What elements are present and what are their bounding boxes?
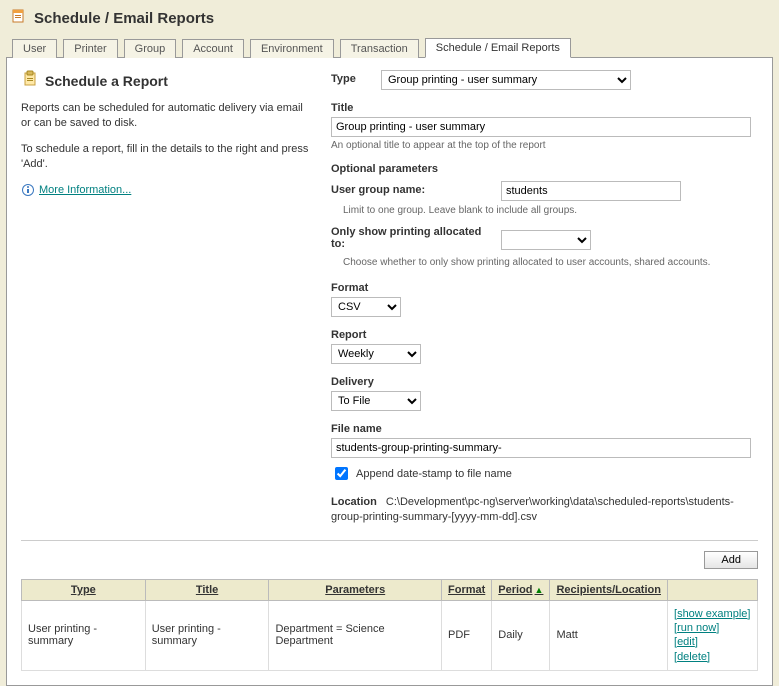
reports-table: Type Title Parameters Format Period▲ Rec… — [21, 579, 758, 671]
col-format[interactable]: Format — [442, 579, 492, 600]
section-title: Schedule a Report — [45, 73, 168, 89]
run-now-link[interactable]: [run now] — [674, 621, 751, 635]
right-column: Type Group printing - user summary Title… — [331, 70, 758, 526]
help-text-2: To schedule a report, fill in the detail… — [21, 142, 311, 173]
tab-bar: User Printer Group Account Environment T… — [6, 37, 773, 58]
page-title: Schedule / Email Reports — [34, 10, 214, 27]
format-select[interactable]: CSV — [331, 297, 401, 317]
col-title[interactable]: Title — [145, 579, 269, 600]
user-group-input[interactable] — [501, 181, 681, 201]
tab-schedule-email-reports[interactable]: Schedule / Email Reports — [425, 38, 571, 58]
table-row: User printing - summary User printing - … — [22, 600, 758, 670]
title-label: Title — [331, 102, 758, 114]
cell-parameters: Department = Science Department — [269, 600, 442, 670]
left-column: Schedule a Report Reports can be schedul… — [21, 70, 311, 526]
cell-format: PDF — [442, 600, 492, 670]
report-label: Report — [331, 329, 758, 341]
sort-asc-icon: ▲ — [535, 585, 544, 595]
report-icon — [10, 8, 28, 29]
tab-user[interactable]: User — [12, 39, 57, 58]
delivery-label: Delivery — [331, 376, 758, 388]
more-information-link[interactable]: More Information... — [21, 183, 131, 197]
cell-type: User printing - summary — [22, 600, 146, 670]
add-button[interactable]: Add — [704, 551, 758, 569]
cell-period: Daily — [492, 600, 550, 670]
user-group-hint: Limit to one group. Leave blank to inclu… — [343, 205, 758, 216]
file-name-label: File name — [331, 423, 758, 435]
title-hint: An optional title to appear at the top o… — [331, 140, 758, 151]
clipboard-icon — [21, 70, 39, 91]
col-actions — [668, 579, 758, 600]
type-select[interactable]: Group printing - user summary — [381, 70, 631, 90]
cell-title: User printing - summary — [145, 600, 269, 670]
edit-link[interactable]: [edit] — [674, 635, 751, 649]
format-label: Format — [331, 282, 758, 294]
cell-recipients: Matt — [550, 600, 668, 670]
col-period[interactable]: Period▲ — [492, 579, 550, 600]
delete-link[interactable]: [delete] — [674, 650, 751, 664]
content-panel: Schedule a Report Reports can be schedul… — [6, 58, 773, 686]
info-icon — [21, 183, 35, 197]
title-input[interactable] — [331, 117, 751, 137]
show-example-link[interactable]: [show example] — [674, 607, 751, 621]
help-text-1: Reports can be scheduled for automatic d… — [21, 101, 311, 132]
col-type[interactable]: Type — [22, 579, 146, 600]
tab-transaction[interactable]: Transaction — [340, 39, 419, 58]
optional-parameters-heading: Optional parameters — [331, 163, 758, 175]
report-select[interactable]: Weekly — [331, 344, 421, 364]
only-show-select[interactable] — [501, 230, 591, 250]
tab-group[interactable]: Group — [124, 39, 177, 58]
col-recipients[interactable]: Recipients/Location — [550, 579, 668, 600]
type-label: Type — [331, 73, 371, 85]
more-information-label: More Information... — [39, 184, 131, 196]
delivery-select[interactable]: To File — [331, 391, 421, 411]
only-show-label: Only show printing allocated to: — [331, 226, 491, 250]
append-date-checkbox[interactable] — [335, 467, 348, 480]
location-value: C:\Development\pc-ng\server\working\data… — [331, 496, 734, 523]
location-label: Location — [331, 496, 377, 508]
tab-account[interactable]: Account — [182, 39, 244, 58]
append-date-label: Append date-stamp to file name — [356, 468, 512, 480]
tab-environment[interactable]: Environment — [250, 39, 334, 58]
divider — [21, 540, 758, 541]
tab-printer[interactable]: Printer — [63, 39, 117, 58]
cell-actions: [show example] [run now] [edit] [delete] — [668, 600, 758, 670]
user-group-label: User group name: — [331, 184, 491, 196]
file-name-input[interactable] — [331, 438, 751, 458]
location-row: Location C:\Development\pc-ng\server\wor… — [331, 495, 758, 526]
page-header: Schedule / Email Reports — [0, 0, 779, 33]
only-show-hint: Choose whether to only show printing all… — [343, 257, 758, 268]
col-parameters[interactable]: Parameters — [269, 579, 442, 600]
